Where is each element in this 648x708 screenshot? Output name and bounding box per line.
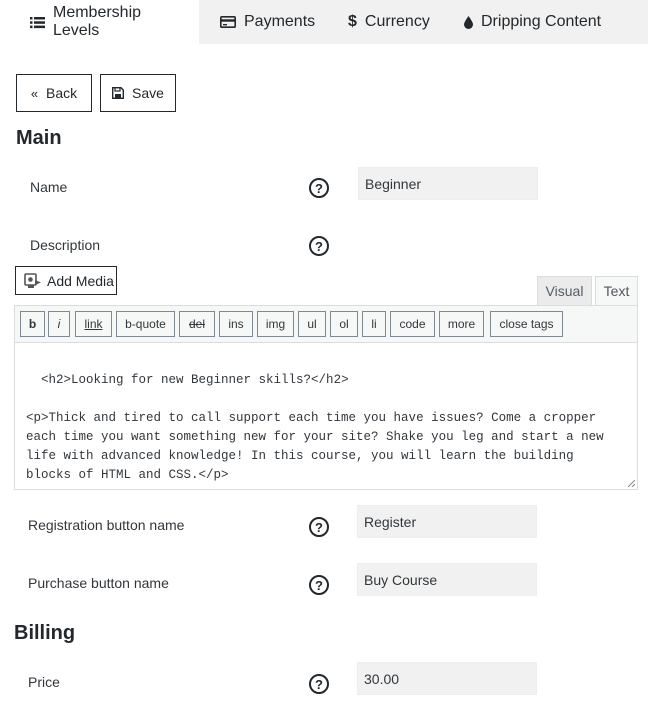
credit-card-icon [220,16,236,28]
tab-text[interactable]: Text [595,276,638,305]
add-media-button[interactable]: Add Media [15,266,117,295]
tab-dripping-content[interactable]: Dripping Content [441,0,601,44]
section-title-billing: Billing [14,622,76,644]
price-label: Price [28,674,60,690]
save-label: Save [132,85,164,101]
tab-label: Membership Levels [53,4,142,39]
content-text: <h2>Looking for new Beginner skills?</h2… [26,373,604,482]
media-icon [24,272,42,289]
tab-visual[interactable]: Visual [537,276,592,305]
name-label: Name [30,179,68,195]
floppy-disk-icon [112,87,125,99]
quicktag-bold-button[interactable]: b [20,311,45,337]
name-input[interactable]: Beginner [358,167,538,200]
content-textarea[interactable]: <h2>Looking for new Beginner skills?</h2… [14,342,638,490]
section-title-main: Main [16,127,62,149]
tab-currency[interactable]: $ Currency [326,0,441,44]
quicktag-ol-button[interactable]: ol [330,311,358,337]
quicktag-close-tags-button[interactable]: close tags [490,311,563,337]
quicktag-link-button[interactable]: link [75,311,112,337]
dollar-icon: $ [348,13,357,30]
quicktag-img-button[interactable]: img [257,311,294,337]
quicktags-toolbar: b i link b-quote del ins img ul ol li co… [14,305,638,342]
price-input[interactable]: 30.00 [357,662,537,695]
description-label: Description [30,237,101,253]
quicktag-italic-button[interactable]: i [48,311,70,337]
help-icon[interactable]: ? [309,674,329,694]
quicktag-ul-button[interactable]: ul [298,311,326,337]
quicktag-ins-button[interactable]: ins [219,311,253,337]
tab-membership-levels[interactable]: Membership Levels [0,0,199,44]
back-label: Back [46,85,78,101]
save-button[interactable]: Save [100,74,176,112]
quicktag-code-button[interactable]: code [390,311,435,337]
quicktag-more-button[interactable]: more [439,311,484,337]
help-icon[interactable]: ? [309,178,329,198]
drop-icon [464,15,473,29]
purchase-button-name-input[interactable]: Buy Course [357,563,537,596]
add-media-label: Add Media [47,272,114,289]
settings-tabbar: Membership Levels Payments $ Currency Dr… [0,0,648,44]
list-icon [30,16,45,29]
resize-handle-icon[interactable] [627,479,635,487]
tab-payments[interactable]: Payments [199,0,326,44]
double-chevron-left-icon: « [30,85,39,101]
quicktag-li-button[interactable]: li [362,311,386,337]
tab-label: Payments [244,13,316,30]
quicktag-del-button[interactable]: del [179,311,215,337]
purchase-button-name-label: Purchase button name [28,575,169,591]
registration-button-name-label: Registration button name [28,517,185,533]
help-icon[interactable]: ? [309,575,329,595]
back-button[interactable]: « Back [16,74,92,112]
tab-label: Currency [364,13,430,30]
help-icon[interactable]: ? [309,517,329,537]
quicktag-bquote-button[interactable]: b-quote [116,311,175,337]
registration-button-name-input[interactable]: Register [357,505,537,538]
tab-label: Dripping Content [481,13,602,30]
help-icon[interactable]: ? [309,236,329,256]
